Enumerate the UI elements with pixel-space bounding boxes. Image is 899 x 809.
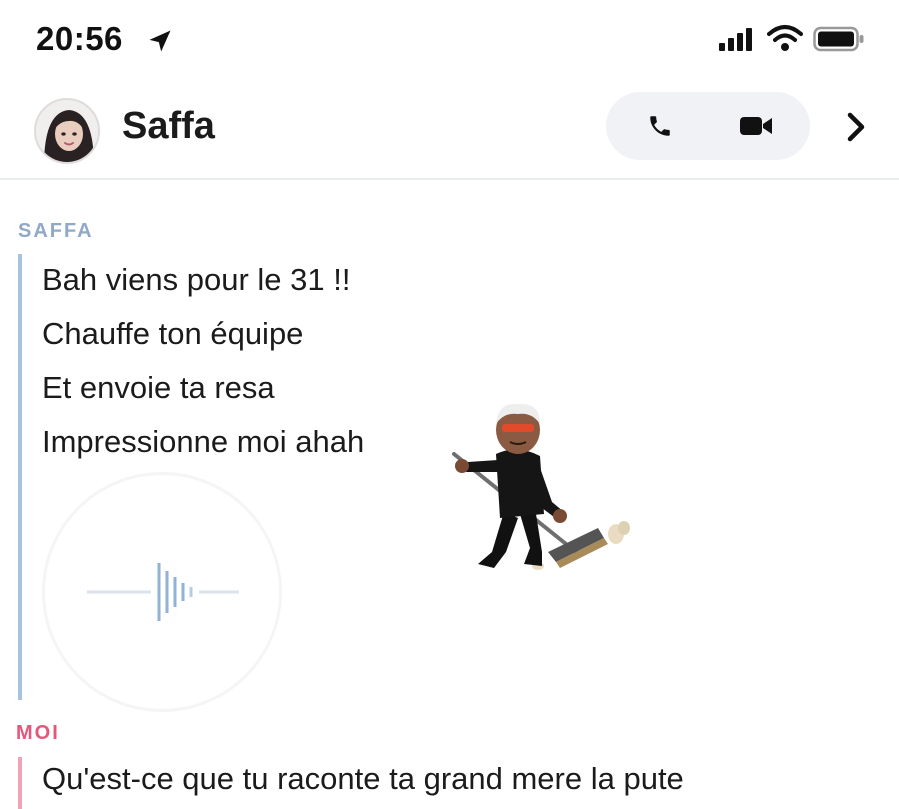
avatar-bitmoji-icon	[44, 110, 94, 162]
message-text[interactable]: Impressionne moi ahah	[42, 424, 364, 460]
video-camera-icon	[740, 117, 772, 135]
contact-name[interactable]: Saffa	[122, 105, 215, 148]
message-text[interactable]: Chauffe ton équipe	[42, 316, 303, 352]
voice-call-button[interactable]	[610, 92, 710, 160]
status-time: 20:56	[36, 20, 123, 57]
voice-note-player[interactable]	[42, 472, 282, 712]
avatar[interactable]	[34, 98, 100, 164]
message-text[interactable]: Et envoie ta resa	[42, 370, 275, 406]
video-call-button[interactable]	[706, 92, 806, 160]
chat-header: Saffa	[0, 80, 899, 180]
signal-icon	[719, 28, 752, 51]
audio-waveform-icon	[87, 563, 239, 621]
status-bar: 20:56	[0, 0, 899, 80]
sent-message-group: Qu'est-ce que tu raconte ta grand mere l…	[18, 757, 888, 809]
chevron-right-icon	[847, 112, 865, 142]
battery-icon	[813, 26, 864, 52]
sender-label-moi: MOI	[16, 722, 60, 744]
sender-label-saffa: SAFFA	[18, 220, 94, 242]
wifi-icon	[767, 25, 803, 51]
call-actions-pill	[606, 92, 810, 160]
message-text[interactable]: Qu'est-ce que tu raconte ta grand mere l…	[42, 761, 684, 797]
location-arrow-icon	[149, 30, 171, 52]
received-message-group: Bah viens pour le 31 !! Chauffe ton équi…	[18, 254, 718, 712]
snapchat-chat-screen: 20:56 Saffa SAFFA Bah viens pour le 31 !…	[0, 0, 899, 809]
chat-thread[interactable]: SAFFA Bah viens pour le 31 !! Chauffe to…	[0, 182, 899, 809]
phone-icon	[650, 116, 670, 136]
bitmoji-sweeping-sticker[interactable]	[448, 402, 638, 580]
more-chevron-button[interactable]	[836, 104, 876, 150]
message-text[interactable]: Bah viens pour le 31 !!	[42, 262, 350, 298]
